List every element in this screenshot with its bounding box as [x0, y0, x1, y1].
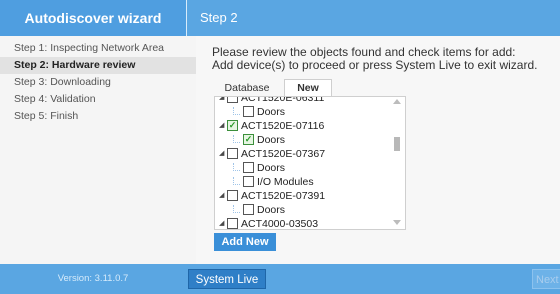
tree-connector [233, 177, 240, 185]
scroll-up-arrow-icon[interactable] [393, 99, 401, 104]
tree-node-child[interactable]: Doors [233, 203, 285, 217]
step-1: Step 1: Inspecting Network Area [14, 42, 164, 54]
tree-scrollbar[interactable] [391, 99, 403, 225]
expand-arrow-icon[interactable]: ◢ [219, 217, 227, 229]
tree-node-device[interactable]: ◢ ACT4000-03503 [219, 217, 319, 230]
tree-node-label: Doors [257, 106, 286, 118]
checkbox-icon[interactable] [227, 217, 238, 229]
expand-arrow-icon[interactable]: ◢ [219, 147, 227, 161]
add-new-button[interactable]: Add New [214, 233, 276, 251]
header-divider [186, 0, 187, 36]
tree-connector [233, 205, 240, 213]
tree-node-child[interactable]: Doors [233, 105, 285, 119]
checkbox-icon[interactable] [243, 105, 254, 117]
tree-node-device[interactable]: ◢ ACT1520E-07367 [219, 147, 325, 161]
scroll-down-arrow-icon[interactable] [393, 220, 401, 225]
tree-node-child[interactable]: I/O Modules [233, 175, 314, 189]
tree-node-device[interactable]: ◢ ACT1520E-06311 [219, 96, 325, 105]
checkbox-icon[interactable] [227, 147, 238, 159]
tree-node-label: ACT1520E-07391 [241, 190, 326, 202]
instructions: Please review the objects found and chec… [212, 46, 557, 72]
instruction-line-2: Add device(s) to proceed or press System… [212, 58, 538, 72]
scroll-thumb[interactable] [394, 137, 400, 151]
expand-arrow-icon[interactable]: ◢ [219, 119, 227, 133]
tree-node-label: Doors [257, 204, 286, 216]
system-live-button[interactable]: System Live [188, 269, 266, 289]
checkbox-icon[interactable] [227, 97, 238, 103]
tree-node-device[interactable]: ◢ ✓ ACT1520E-07116 [219, 119, 324, 133]
tree-node-label: ACT1520E-06311 [241, 96, 325, 104]
tree-node-device[interactable]: ◢ ACT1520E-07391 [219, 189, 325, 203]
tree-node-label: ACT1520E-07367 [241, 148, 326, 160]
step-heading: Step 2 [200, 10, 238, 25]
header-bar: Autodiscover wizard Step 2 [0, 0, 560, 36]
tree-connector [233, 107, 240, 115]
tree-node-child[interactable]: Doors [233, 161, 285, 175]
step-5: Step 5: Finish [14, 110, 79, 122]
main-panel: Please review the objects found and chec… [196, 36, 560, 264]
tree-node-label: Doors [257, 162, 286, 174]
device-tree: ◢ ACT1520E-06311 Doors ◢ ✓ ACT1520E-07116 ✓… [214, 96, 406, 230]
tree-node-label: ACT4000-03503 [241, 218, 319, 230]
next-button[interactable]: Next [532, 269, 560, 289]
tree-connector [233, 135, 240, 143]
step-2-active: Step 2: Hardware review [0, 57, 196, 74]
checkbox-icon[interactable] [243, 161, 254, 173]
checked-checkbox-icon[interactable]: ✓ [243, 133, 254, 145]
tree-node-label: ACT1520E-07116 [241, 120, 325, 132]
expand-arrow-icon[interactable]: ◢ [219, 189, 227, 203]
step-4: Step 4: Validation [14, 93, 96, 105]
tree-node-label: Doors [257, 134, 286, 146]
wizard-title: Autodiscover wizard [0, 0, 186, 36]
tab-database[interactable]: Database [214, 80, 280, 96]
checkbox-icon[interactable] [243, 203, 254, 215]
tree-node-child[interactable]: ✓ Doors [233, 133, 285, 147]
tab-new[interactable]: New [284, 79, 332, 96]
step-3: Step 3: Downloading [14, 76, 111, 88]
checkbox-icon[interactable] [243, 175, 254, 187]
tree-connector [233, 163, 240, 171]
footer-bar: Version: 3.11.0.7 System Live Next [0, 264, 560, 294]
tree-node-label: I/O Modules [257, 176, 314, 188]
expand-arrow-icon[interactable]: ◢ [219, 97, 227, 105]
checkbox-icon[interactable] [227, 189, 238, 201]
steps-sidebar: Step 1: Inspecting Network Area Step 2: … [0, 36, 196, 264]
checked-checkbox-icon[interactable]: ✓ [227, 119, 238, 131]
version-label: Version: 3.11.0.7 [57, 273, 129, 284]
